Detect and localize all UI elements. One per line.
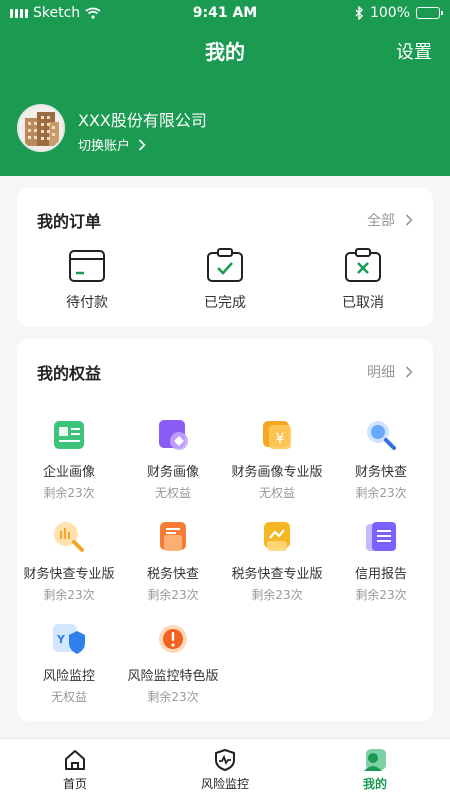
tab-mine-label: 我的 bbox=[362, 777, 387, 791]
page-title: 我的 bbox=[205, 40, 245, 64]
benefit-tax-search[interactable]: 税务快查 剩余23次 bbox=[121, 519, 225, 603]
tab-risk-monitor-label: 风险监控 bbox=[200, 777, 249, 791]
benefit-quota: 无权益 bbox=[258, 486, 295, 500]
benefit-finance-search[interactable]: 财务快查 剩余23次 bbox=[329, 417, 433, 501]
benefits-card: 我的权益 明细 企业画像 剩余23次 财务画像 无权益 ¥ 财务画像专业版 无权… bbox=[17, 339, 433, 721]
risk-monitor-special-icon bbox=[159, 625, 187, 653]
shield-pulse-icon bbox=[215, 749, 235, 771]
finance-profile-icon bbox=[159, 420, 188, 450]
status-right: 100% bbox=[290, 5, 443, 21]
avatar[interactable] bbox=[17, 104, 65, 152]
chevron-right-icon bbox=[405, 214, 413, 226]
signal-icon bbox=[10, 8, 28, 18]
building-icon bbox=[19, 106, 63, 150]
finance-search-pro-icon bbox=[54, 522, 84, 552]
benefit-name: 企业画像 bbox=[42, 465, 95, 480]
risk-monitor-icon: Y bbox=[53, 624, 85, 654]
finance-search-icon bbox=[367, 421, 396, 450]
clock: 9:41 AM bbox=[192, 5, 258, 21]
benefit-risk-monitor[interactable]: Y 风险监控 无权益 bbox=[17, 621, 121, 705]
chevron-right-icon bbox=[405, 366, 413, 378]
orders-title: 我的订单 bbox=[37, 212, 102, 231]
tab-home[interactable]: 首页 bbox=[0, 739, 150, 800]
switch-account-link[interactable]: 切换账户 bbox=[78, 135, 146, 154]
benefit-risk-monitor-special[interactable]: 风险监控特色版 剩余23次 bbox=[121, 621, 225, 705]
battery-icon bbox=[416, 7, 443, 19]
benefit-quota: 剩余23次 bbox=[251, 588, 303, 602]
switch-account-label: 切换账户 bbox=[78, 139, 131, 154]
benefits-detail-label: 明细 bbox=[367, 365, 395, 381]
benefit-quota: 剩余23次 bbox=[43, 486, 95, 500]
benefit-quota: 剩余23次 bbox=[355, 486, 407, 500]
benefit-quota: 剩余23次 bbox=[147, 588, 199, 602]
order-cancelled-label: 已取消 bbox=[342, 295, 384, 311]
tab-risk-monitor[interactable]: 风险监控 bbox=[150, 739, 300, 800]
orders-all-label: 全部 bbox=[367, 213, 395, 229]
svg-text:¥: ¥ bbox=[276, 431, 285, 447]
tax-pro-icon bbox=[264, 522, 290, 551]
wifi-icon bbox=[85, 7, 101, 19]
benefit-credit-report[interactable]: 信用报告 剩余23次 bbox=[329, 519, 433, 603]
benefit-quota: 无权益 bbox=[50, 690, 87, 704]
tab-home-label: 首页 bbox=[62, 777, 87, 791]
status-left: Sketch bbox=[10, 5, 160, 21]
benefits-detail-link[interactable]: 明细 bbox=[367, 362, 413, 382]
home-icon bbox=[65, 750, 85, 770]
chevron-right-icon bbox=[138, 138, 146, 151]
benefit-tax-pro[interactable]: 税务快查专业版 剩余23次 bbox=[225, 519, 329, 603]
benefit-finance-pro[interactable]: ¥ 财务画像专业版 无权益 bbox=[225, 417, 329, 501]
benefit-quota: 剩余23次 bbox=[43, 588, 95, 602]
benefit-quota: 剩余23次 bbox=[147, 690, 199, 704]
tax-search-icon bbox=[160, 522, 186, 551]
order-cancelled[interactable]: 已取消 bbox=[313, 248, 413, 312]
svg-text:Y: Y bbox=[56, 633, 66, 646]
benefit-name: 税务快查专业版 bbox=[231, 567, 323, 582]
orders-card: 我的订单 全部 待付款 已完成 已取消 bbox=[17, 188, 433, 327]
cancel-clipboard-icon bbox=[345, 248, 381, 282]
benefit-name: 财务画像 bbox=[146, 465, 199, 480]
order-completed[interactable]: 已完成 bbox=[175, 248, 275, 312]
carrier-label: Sketch bbox=[33, 5, 81, 21]
benefits-title: 我的权益 bbox=[37, 364, 102, 383]
bluetooth-icon bbox=[355, 6, 363, 20]
settings-button[interactable]: 设置 bbox=[396, 38, 432, 64]
finance-pro-icon: ¥ bbox=[263, 421, 291, 449]
benefit-name: 税务快查 bbox=[146, 567, 199, 582]
status-bar: Sketch 9:41 AM 100% bbox=[0, 0, 450, 26]
order-pending[interactable]: 待付款 bbox=[37, 248, 137, 312]
benefit-name: 财务快查 bbox=[354, 465, 407, 480]
wallet-icon bbox=[69, 250, 105, 282]
credit-report-icon bbox=[366, 522, 396, 551]
benefit-finance-profile[interactable]: 财务画像 无权益 bbox=[121, 417, 225, 501]
tab-mine[interactable]: 我的 bbox=[300, 739, 450, 800]
orders-all-link[interactable]: 全部 bbox=[367, 210, 413, 230]
battery-percent: 100% bbox=[369, 5, 410, 21]
profile-icon bbox=[364, 749, 386, 771]
benefit-company-profile[interactable]: 企业画像 剩余23次 bbox=[17, 417, 121, 501]
order-completed-label: 已完成 bbox=[204, 295, 246, 311]
benefit-name: 信用报告 bbox=[354, 567, 407, 582]
header: Sketch 9:41 AM 100% 我的 设置 XXX股份有限公司 切换账户 bbox=[0, 0, 450, 176]
benefit-quota: 剩余23次 bbox=[355, 588, 407, 602]
benefit-finance-search-pro[interactable]: 财务快查专业版 剩余23次 bbox=[17, 519, 121, 603]
tab-bar: 首页 风险监控 我的 bbox=[0, 738, 450, 800]
check-clipboard-icon bbox=[207, 248, 243, 282]
company-name: XXX股份有限公司 bbox=[78, 111, 207, 130]
benefit-name: 财务画像专业版 bbox=[231, 465, 323, 480]
order-pending-label: 待付款 bbox=[66, 295, 108, 311]
benefit-name: 风险监控特色版 bbox=[127, 669, 219, 684]
benefit-name: 财务快查专业版 bbox=[23, 567, 115, 582]
benefit-name: 风险监控 bbox=[42, 669, 95, 684]
company-profile-icon bbox=[54, 421, 84, 449]
benefit-quota: 无权益 bbox=[154, 486, 191, 500]
